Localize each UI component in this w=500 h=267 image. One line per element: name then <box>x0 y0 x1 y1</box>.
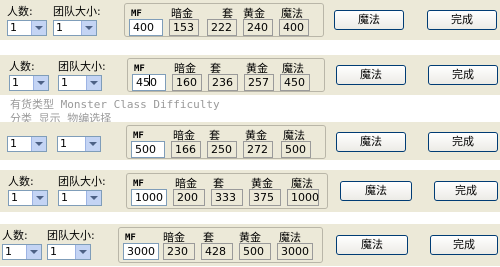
set-value: 236 <box>208 74 238 91</box>
team-size-label: 团队大小: <box>53 5 101 18</box>
team-size-select-value: 1 <box>60 137 67 150</box>
magic-button[interactable]: 魔法 <box>336 132 406 152</box>
chevron-down-icon[interactable] <box>86 191 101 205</box>
people-select[interactable]: 1 <box>2 244 42 260</box>
dark-gold-value: 200 <box>173 189 205 206</box>
set-value: 250 <box>207 141 237 158</box>
calculator-row-5: 人数: 团队大小: 1 1 MF 暗金 套 黄金 魔法 3000 230 428… <box>0 224 500 266</box>
team-size-select[interactable]: 1 <box>47 244 91 260</box>
chevron-down-icon[interactable] <box>81 21 96 35</box>
results-group: MF 暗金 套 黄金 魔法 450 160 236 257 450 <box>127 58 325 92</box>
results-group: MF 暗金 套 黄金 魔法 400 153 222 240 400 <box>124 3 324 37</box>
results-group: MF 暗金 套 黄金 魔法 500 166 250 272 500 <box>126 125 326 159</box>
yellow-gold-value: 375 <box>249 189 281 206</box>
team-size-select-value: 1 <box>61 76 68 89</box>
chevron-down-icon[interactable] <box>26 245 41 259</box>
set-value: 333 <box>211 189 243 206</box>
mf-input[interactable]: 400 <box>129 19 163 36</box>
calculator-row-2: 人数: 团队大小: 1 1 MF 暗金 套 黄金 魔法 450 160 236 … <box>0 55 500 95</box>
chevron-down-icon[interactable] <box>75 245 90 259</box>
yellow-gold-value: 257 <box>244 74 274 91</box>
team-size-label: 团队大小: <box>58 175 106 188</box>
calculator-row-1: 人数: 团队大小: 1 1 MF 暗金 套 黄金 魔法 400 153 222 … <box>0 0 500 40</box>
team-size-select-value: 1 <box>61 191 68 204</box>
text-cursor <box>149 75 150 86</box>
magic-button[interactable]: 魔法 <box>340 181 412 201</box>
team-size-label: 团队大小: <box>47 229 95 242</box>
chevron-down-icon[interactable] <box>33 76 48 90</box>
team-size-select[interactable]: 1 <box>58 190 102 206</box>
magic-button[interactable]: 魔法 <box>336 65 406 85</box>
yellow-gold-value: 500 <box>239 243 271 260</box>
mf-input[interactable]: 500 <box>131 141 165 158</box>
mf-input[interactable]: 1000 <box>131 189 167 206</box>
people-select[interactable]: 1 <box>8 190 48 206</box>
team-size-select[interactable]: 1 <box>57 136 101 152</box>
people-select[interactable]: 1 <box>9 75 49 91</box>
mf-input[interactable]: 3000 <box>123 243 159 260</box>
people-select-value: 1 <box>11 191 18 204</box>
dark-gold-value: 166 <box>171 141 201 158</box>
magic-value: 1000 <box>287 189 319 206</box>
calculator-row-4: 人数: 团队大小: 1 1 MF 暗金 套 黄金 魔法 1000 200 333… <box>0 170 500 212</box>
chevron-down-icon[interactable] <box>31 137 46 151</box>
magic-value: 450 <box>280 74 310 91</box>
people-select-value: 1 <box>12 76 19 89</box>
chevron-down-icon[interactable] <box>86 76 101 90</box>
magic-value: 500 <box>281 141 311 158</box>
done-button[interactable]: 完成 <box>428 132 498 152</box>
results-group: MF 暗金 套 黄金 魔法 3000 230 428 500 3000 <box>118 227 323 263</box>
team-size-select-value: 1 <box>56 21 63 34</box>
yellow-gold-value: 240 <box>243 19 273 36</box>
chevron-down-icon[interactable] <box>85 137 100 151</box>
dark-gold-value: 160 <box>172 74 202 91</box>
people-label: 人数: <box>7 5 33 18</box>
people-label: 人数: <box>2 229 28 242</box>
done-button[interactable]: 完成 <box>430 235 498 255</box>
done-button[interactable]: 完成 <box>428 65 498 85</box>
set-value: 222 <box>207 19 237 36</box>
team-size-select[interactable]: 1 <box>58 75 102 91</box>
people-select-value: 1 <box>10 137 17 150</box>
dark-gold-value: 153 <box>169 19 199 36</box>
magic-value: 400 <box>279 19 309 36</box>
magic-button[interactable]: 魔法 <box>334 10 404 30</box>
people-select[interactable]: 1 <box>7 136 47 152</box>
team-size-select[interactable]: 1 <box>53 20 97 36</box>
people-select-value: 1 <box>10 21 17 34</box>
yellow-gold-value: 272 <box>243 141 273 158</box>
people-label: 人数: <box>9 60 35 73</box>
team-size-select-value: 1 <box>50 245 57 258</box>
chevron-down-icon[interactable] <box>32 191 47 205</box>
set-value: 428 <box>201 243 233 260</box>
magic-button[interactable]: 魔法 <box>336 235 408 255</box>
people-select-value: 1 <box>5 245 12 258</box>
results-group: MF 暗金 套 黄金 魔法 1000 200 333 375 1000 <box>126 173 328 209</box>
chevron-down-icon[interactable] <box>31 21 46 35</box>
dark-gold-value: 230 <box>163 243 195 260</box>
team-size-label: 团队大小: <box>58 60 106 73</box>
done-button[interactable]: 完成 <box>427 10 497 30</box>
people-select[interactable]: 1 <box>7 20 47 36</box>
calculator-row-3: 1 1 MF 暗金 套 黄金 魔法 500 166 250 272 500 魔法… <box>0 122 500 160</box>
people-label: 人数: <box>8 175 34 188</box>
done-button[interactable]: 完成 <box>434 181 498 201</box>
magic-value: 3000 <box>277 243 313 260</box>
